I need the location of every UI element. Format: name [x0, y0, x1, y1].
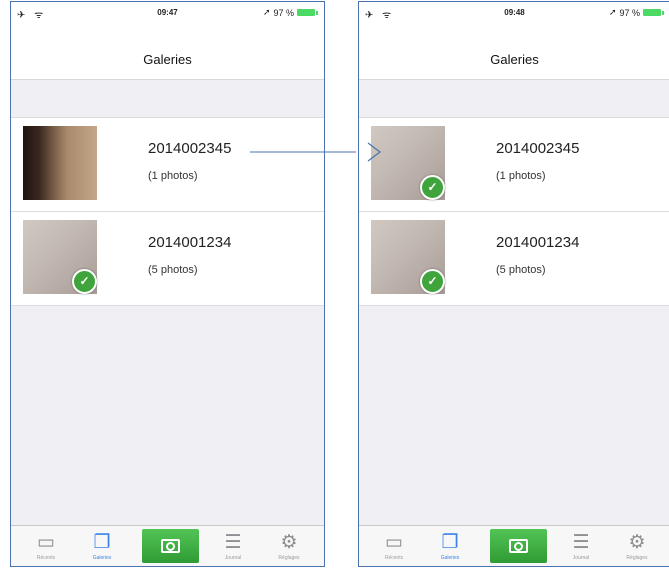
transition-arrow	[250, 142, 381, 162]
arrow-head-icon	[367, 142, 381, 162]
